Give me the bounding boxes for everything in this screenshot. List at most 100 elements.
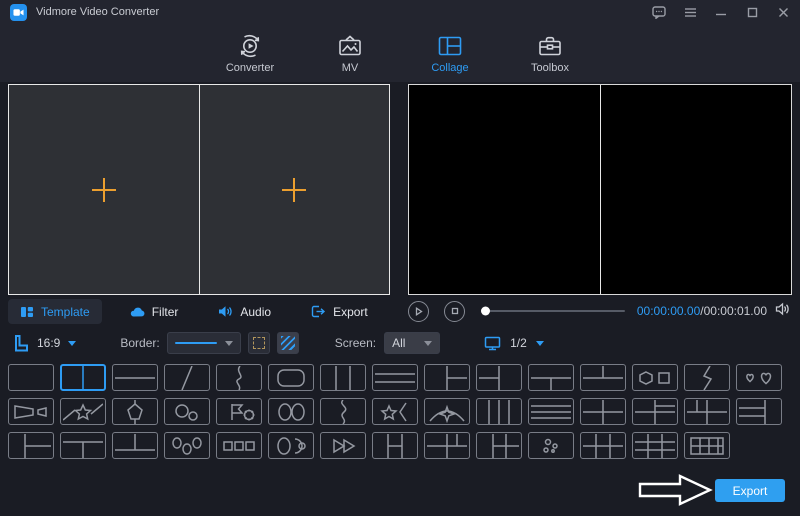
template-left-rows-right-column[interactable] [736,398,782,425]
tab-export[interactable]: Export [299,299,380,324]
tab-audio-label: Audio [240,304,272,319]
template-three-rows[interactable] [372,364,418,391]
template-three-squares[interactable] [216,432,262,459]
template-single[interactable] [8,364,54,391]
screen-dropdown[interactable]: All [384,332,441,354]
menu-icon[interactable] [683,5,697,19]
template-grid-mixed-a[interactable] [424,432,470,459]
preview-cell-2 [599,85,791,294]
app-title: Vidmore Video Converter [36,6,160,18]
template-top-split-bottom-cell[interactable] [580,364,626,391]
template-icon [20,305,34,319]
tab-filter[interactable]: Filter [118,299,191,324]
aspect-ratio-selector[interactable]: 16:9 [14,334,77,352]
current-time: 00:00:00.00 [636,304,701,318]
export-icon [311,305,326,318]
collage-icon [437,32,463,59]
template-three-columns-middle-split[interactable] [372,432,418,459]
template-grid-2x2-right-split[interactable] [632,398,678,425]
volume-icon[interactable] [775,302,792,321]
template-scatter-dots[interactable] [528,432,574,459]
border-controls: Border: [120,332,299,354]
template-split-horizontal[interactable] [112,364,158,391]
template-top-cell-bottom-split[interactable] [528,364,574,391]
minimize-icon[interactable] [714,5,728,19]
template-grid-2x2[interactable] [580,398,626,425]
template-diagonal-split[interactable] [164,364,210,391]
filter-icon [130,306,145,318]
template-split-vertical[interactable] [60,364,106,391]
collage-editor [8,84,390,295]
timeline-slider[interactable] [481,304,625,318]
template-four-rows[interactable] [528,398,574,425]
template-grid-3x3[interactable] [632,432,678,459]
template-grid-2x2-top-split[interactable] [684,398,730,425]
template-three-ovals[interactable] [164,432,210,459]
border-dash-button[interactable] [247,332,270,354]
template-zigzag-split[interactable] [684,364,730,391]
template-star-band[interactable] [60,398,106,425]
tab-audio[interactable]: Audio [206,299,283,324]
template-arc-star[interactable] [424,398,470,425]
border-label: Border: [120,336,160,350]
border-line-sample [174,342,217,344]
feedback-icon[interactable] [652,5,666,19]
preview-cell-1 [409,85,600,294]
template-oval-and-dots[interactable] [268,432,314,459]
template-curve-split[interactable] [216,364,262,391]
template-three-columns[interactable] [320,364,366,391]
page-indicator: 1/2 [510,336,527,350]
stop-button[interactable] [444,300,465,322]
tab-mv[interactable]: MV [317,32,383,82]
slider-thumb[interactable] [481,306,490,316]
template-top-row-bottom-columns[interactable] [60,432,106,459]
template-star-bracket[interactable] [372,398,418,425]
hatch-pattern-icon [280,336,295,350]
template-two-arrows[interactable] [320,432,366,459]
tab-template[interactable]: Template [8,299,102,324]
tab-filter-label: Filter [151,304,179,319]
template-framed-grid[interactable] [684,432,730,459]
tab-toolbox[interactable]: Toolbox [517,32,583,82]
template-puzzle-split[interactable] [320,398,366,425]
collage-cell-1[interactable] [9,85,199,294]
player-controls: 00:00:00.00/00:00:01.00 [408,297,792,325]
add-video-icon[interactable] [91,177,116,202]
close-icon[interactable] [776,5,790,19]
template-four-columns[interactable] [476,398,522,425]
play-button[interactable] [408,300,429,322]
border-style-dropdown[interactable] [166,332,241,354]
template-flag-gear[interactable] [216,398,262,425]
template-rounded-inset[interactable] [268,364,314,391]
add-video-icon[interactable] [282,177,307,202]
maximize-icon[interactable] [745,5,759,19]
tab-collage[interactable]: Collage [415,32,485,90]
tab-converter[interactable]: Converter [217,32,283,82]
screen-controls: Screen: All [335,332,441,354]
slider-track[interactable] [481,310,625,312]
template-megaphone-shapes[interactable] [8,398,54,425]
template-left-stack-right-cell[interactable] [476,364,522,391]
monitor-icon [484,336,501,350]
editor-tabs: Template Filter Audio Export [8,299,390,324]
template-left-column-right-rows[interactable] [8,432,54,459]
tab-converter-label: Converter [225,62,275,74]
collage-toolbar: 16:9 Border: Screen: All 1/2 [0,330,800,356]
template-two-hearts[interactable] [736,364,782,391]
aspect-dropdown-caret[interactable] [68,340,77,346]
border-color-button[interactable] [276,332,299,354]
template-grid-mixed-b[interactable] [476,432,522,459]
collage-cell-2[interactable] [198,85,389,294]
aspect-ratio-value: 16:9 [37,336,61,350]
template-hexagon-square[interactable] [632,364,678,391]
template-two-circles[interactable] [164,398,210,425]
template-pentagon-band[interactable] [112,398,158,425]
export-button[interactable]: Export [715,479,785,502]
template-top-columns-bottom-row[interactable] [112,432,158,459]
template-left-cell-right-stack[interactable] [424,364,470,391]
tab-template-label: Template [41,304,90,319]
tab-mv-label: MV [341,62,359,74]
pager-dropdown-caret[interactable] [535,340,544,346]
template-two-ovals[interactable] [268,398,314,425]
template-grid-3x2[interactable] [580,432,626,459]
